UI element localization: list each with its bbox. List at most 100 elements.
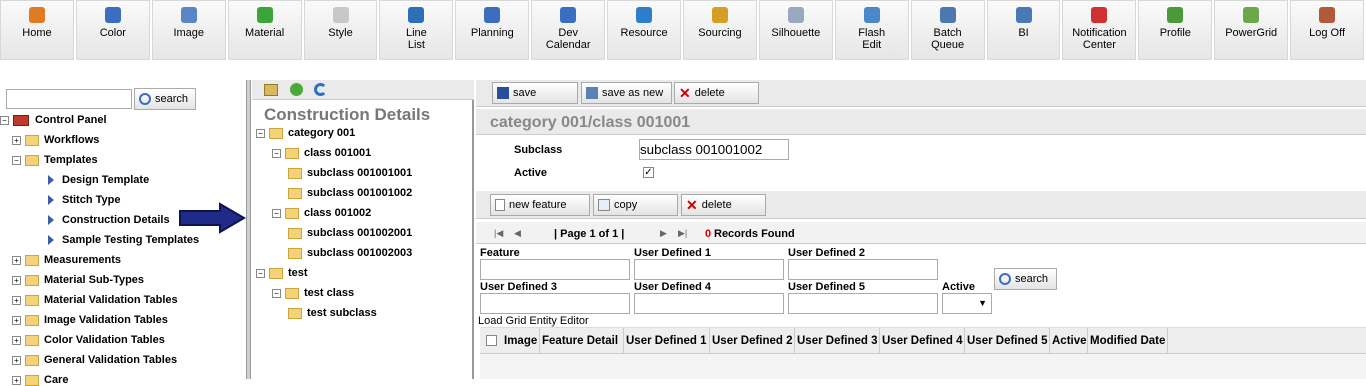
grid-header-cell[interactable]: Feature Detail [540,328,624,354]
grid-header-cell[interactable]: Image [502,328,540,354]
tree-item[interactable]: Design Template [48,174,149,186]
floppy-icon [497,87,509,99]
folder-icon [288,227,302,239]
grid-header-cell[interactable]: User Defined 2 [710,328,795,354]
tree-item[interactable]: + Care [12,374,68,386]
tree-item-label: Design Template [62,174,150,186]
expand-icon[interactable]: + [12,255,21,265]
subclass-input[interactable] [639,139,789,160]
toolbar-button-style[interactable]: Style [303,0,378,60]
tree-item[interactable]: Stitch Type [48,194,120,206]
home-icon [28,7,45,23]
toolbar-button-image[interactable]: Image [151,0,226,60]
new-page-icon [495,199,505,211]
tree-item[interactable]: + General Validation Tables [12,354,177,366]
ud3-filter-input[interactable] [480,293,630,314]
tree-item[interactable]: + Measurements [12,254,121,266]
grid-header-cell[interactable]: Modified Date [1088,328,1168,354]
toolbar-button-batch-queue[interactable]: Batch Queue [910,0,985,60]
construction-tree-item[interactable]: − test class [272,287,354,299]
tree-item[interactable]: Construction Details [48,214,170,226]
tree-item[interactable]: + Color Validation Tables [12,334,165,346]
ud2-filter-input[interactable] [788,259,938,280]
ud5-filter-input[interactable] [788,293,938,314]
expand-icon[interactable]: + [12,355,21,365]
construction-tree-item[interactable]: − test [256,267,308,279]
grid-header-cell[interactable]: User Defined 5 [965,328,1050,354]
active-filter-select[interactable]: ▼ [942,293,992,314]
first-page-icon[interactable]: |◀ [494,228,503,239]
toolbar-button-powergrid[interactable]: PowerGrid [1214,0,1289,60]
grid-header-cell[interactable]: User Defined 3 [795,328,880,354]
prev-page-icon[interactable]: ◀ [514,228,521,239]
delete-button[interactable]: ✕ delete [674,82,759,104]
construction-tree-item[interactable]: − category 001 [256,127,355,139]
tree-item[interactable]: + Workflows [12,134,99,146]
tree-item[interactable]: Sample Testing Templates [48,234,199,246]
toolbar-button-bi[interactable]: BI [986,0,1061,60]
expand-icon[interactable]: + [12,335,21,345]
expand-icon[interactable]: + [12,375,21,385]
select-all-checkbox[interactable] [486,335,497,346]
toolbar-button-silhouette[interactable]: Silhouette [758,0,833,60]
collapse-icon[interactable]: − [256,268,265,278]
tree-item[interactable]: + Material Validation Tables [12,294,178,306]
expand-icon[interactable]: + [12,315,21,325]
collapse-icon[interactable]: − [256,128,265,138]
construction-tree-item[interactable]: subclass 001001002 [288,187,412,199]
tree-item[interactable]: − Control Panel [0,114,107,126]
expand-icon[interactable]: + [12,275,21,285]
collapse-icon[interactable]: − [272,148,281,158]
toolbar-button-material[interactable]: Material [227,0,302,60]
next-page-icon[interactable]: ▶ [660,228,667,239]
toolbar-button-flash-edit[interactable]: Flash Edit [834,0,909,60]
refresh-icon[interactable] [314,83,327,96]
toolbar-button-line-list[interactable]: Line List [379,0,454,60]
construction-tree-item[interactable]: − class 001001 [272,147,371,159]
grid-header-cell[interactable]: User Defined 4 [880,328,965,354]
construction-tree-item[interactable]: − class 001002 [272,207,371,219]
search-button[interactable]: search [134,88,196,110]
toolbar-button-calendar[interactable]: Dev Calendar [531,0,606,60]
delete-feature-button[interactable]: ✕ delete [681,194,766,216]
panel-splitter[interactable] [246,80,251,379]
collapse-icon[interactable]: − [0,115,9,125]
check-icon[interactable] [290,83,303,96]
grid-header-cell[interactable]: User Defined 1 [624,328,710,354]
toolbar-label: Sourcing [698,27,742,39]
collapse-icon[interactable]: − [272,288,281,298]
grid-header-cell[interactable]: Active [1050,328,1088,354]
tree-item[interactable]: + Image Validation Tables [12,314,168,326]
construction-tree-item[interactable]: test subclass [288,307,377,319]
construction-tree-item[interactable]: subclass 001002003 [288,247,412,259]
toolbar-button-color[interactable]: Color [75,0,150,60]
expand-icon[interactable]: + [12,295,21,305]
ud1-filter-input[interactable] [634,259,784,280]
toolbar-button-planning[interactable]: Planning [455,0,530,60]
tree-item[interactable]: + Material Sub-Types [12,274,144,286]
toolbar-button-notification[interactable]: Notification Center [1062,0,1137,60]
construction-tree-item[interactable]: subclass 001001001 [288,167,412,179]
toolbar-button-sourcing[interactable]: Sourcing [683,0,757,60]
copy-icon [598,199,610,211]
export-excel-icon[interactable] [264,84,278,96]
expand-icon[interactable]: − [12,155,21,165]
control-panel-search-input[interactable] [6,89,132,109]
tree-item[interactable]: − Templates [12,154,98,166]
toolbar-button-log-off[interactable]: Log Off [1290,0,1365,60]
construction-tree-item[interactable]: subclass 001002001 [288,227,412,239]
collapse-icon[interactable]: − [272,208,281,218]
toolbar-button-profile[interactable]: Profile [1138,0,1213,60]
toolbar-button-resource[interactable]: Resource [607,0,682,60]
active-checkbox[interactable]: ✓ [643,167,654,178]
feature-filter-input[interactable] [480,259,630,280]
ud4-filter-input[interactable] [634,293,784,314]
filter-search-button[interactable]: search [994,268,1057,290]
save-button[interactable]: save [492,82,578,104]
save-as-new-button[interactable]: save as new [581,82,672,104]
toolbar-button-home[interactable]: Home [0,0,74,60]
new-feature-button[interactable]: new feature [490,194,590,216]
last-page-icon[interactable]: ▶| [678,228,687,239]
copy-button[interactable]: copy [593,194,678,216]
expand-icon[interactable]: + [12,135,21,145]
